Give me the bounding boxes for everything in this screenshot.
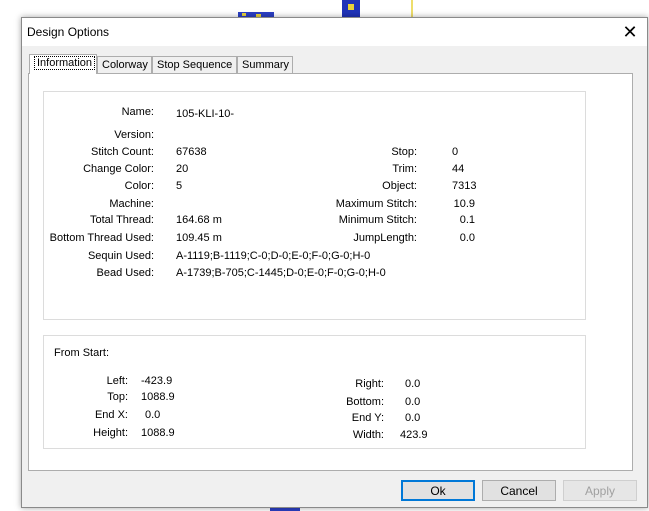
right-label: Right:: [355, 378, 384, 390]
name-value: 105-KLI-10-: [176, 108, 235, 120]
change-color-label: Change Color:: [83, 163, 154, 175]
left-label: Left:: [106, 375, 128, 387]
information-panel: Name: 105-KLI-10- Version: Stitch Count:…: [28, 73, 633, 471]
color-label: Color:: [124, 180, 154, 192]
name-label: Name:: [121, 106, 154, 118]
trim-label: Trim:: [392, 163, 417, 175]
stitch-count-label: Stitch Count:: [91, 146, 154, 158]
change-color-value: 20: [176, 163, 189, 175]
title-bar: Design Options ✕: [22, 18, 647, 46]
height-value: 1088.9: [141, 427, 175, 439]
tab-information[interactable]: Information: [29, 54, 97, 74]
end-y-label: End Y:: [351, 412, 384, 424]
window-title: Design Options: [27, 25, 110, 39]
total-thread-label: Total Thread:: [89, 214, 154, 226]
sequin-label: Sequin Used:: [87, 250, 154, 262]
from-start-group: From Start: Left: -423.9 Top: 1088.9 End…: [43, 335, 586, 449]
bottom-thread-label: Bottom Thread Used:: [49, 232, 154, 244]
min-stitch-value: 0.1: [459, 214, 475, 226]
object-label: Object:: [382, 180, 417, 192]
sequin-value: A-1119;B-1119;C-0;D-0;E-0;F-0;G-0;H-0: [176, 250, 371, 262]
color-value: 5: [176, 180, 183, 192]
end-y-value: 0.0: [405, 412, 421, 424]
bottom-thread-value: 109.45 m: [176, 232, 222, 244]
end-x-value: 0.0: [145, 409, 161, 421]
left-value: -423.9: [141, 375, 173, 387]
machine-label: Machine:: [109, 198, 154, 210]
max-stitch-value: 10.9: [453, 198, 475, 210]
tab-summary[interactable]: Summary: [237, 56, 293, 73]
stop-label: Stop:: [391, 146, 417, 158]
top-label: Top:: [107, 391, 128, 403]
stop-value: 0: [452, 146, 459, 158]
bottom-value: 0.0: [405, 396, 421, 408]
object-value: 7313: [452, 180, 477, 192]
tab-stop-sequence[interactable]: Stop Sequence: [152, 56, 237, 73]
width-value: 423.9: [400, 429, 428, 441]
trim-value: 44: [452, 163, 465, 175]
width-label: Width:: [352, 429, 384, 441]
bead-label: Bead Used:: [96, 267, 154, 279]
cancel-button[interactable]: Cancel: [482, 480, 556, 501]
stitch-count-value: 67638: [176, 146, 207, 158]
ok-button[interactable]: Ok: [401, 480, 475, 501]
jump-length-label: JumpLength:: [353, 232, 417, 244]
background-thread-line: [411, 0, 413, 18]
close-button[interactable]: ✕: [613, 18, 647, 46]
close-icon: ✕: [622, 21, 638, 42]
apply-button[interactable]: Apply: [563, 480, 637, 501]
version-label: Version:: [114, 129, 154, 141]
height-label: Height:: [93, 427, 128, 439]
max-stitch-label: Maximum Stitch:: [335, 198, 417, 210]
total-thread-value: 164.68 m: [176, 214, 222, 226]
jump-length-value: 0.0: [459, 232, 475, 244]
from-start-title: From Start:: [54, 347, 110, 359]
design-options-dialog: Design Options ✕ Information Colorway St…: [21, 17, 648, 508]
right-value: 0.0: [405, 378, 421, 390]
end-x-label: End X:: [94, 409, 128, 421]
min-stitch-label: Minimum Stitch:: [338, 214, 417, 226]
bottom-label: Bottom:: [346, 396, 384, 408]
bead-value: A-1739;B-705;C-1445;D-0;E-0;F-0;G-0;H-0: [176, 267, 386, 279]
tab-colorway[interactable]: Colorway: [97, 56, 152, 73]
top-value: 1088.9: [141, 391, 175, 403]
design-info-group: Name: 105-KLI-10- Version: Stitch Count:…: [43, 91, 586, 320]
